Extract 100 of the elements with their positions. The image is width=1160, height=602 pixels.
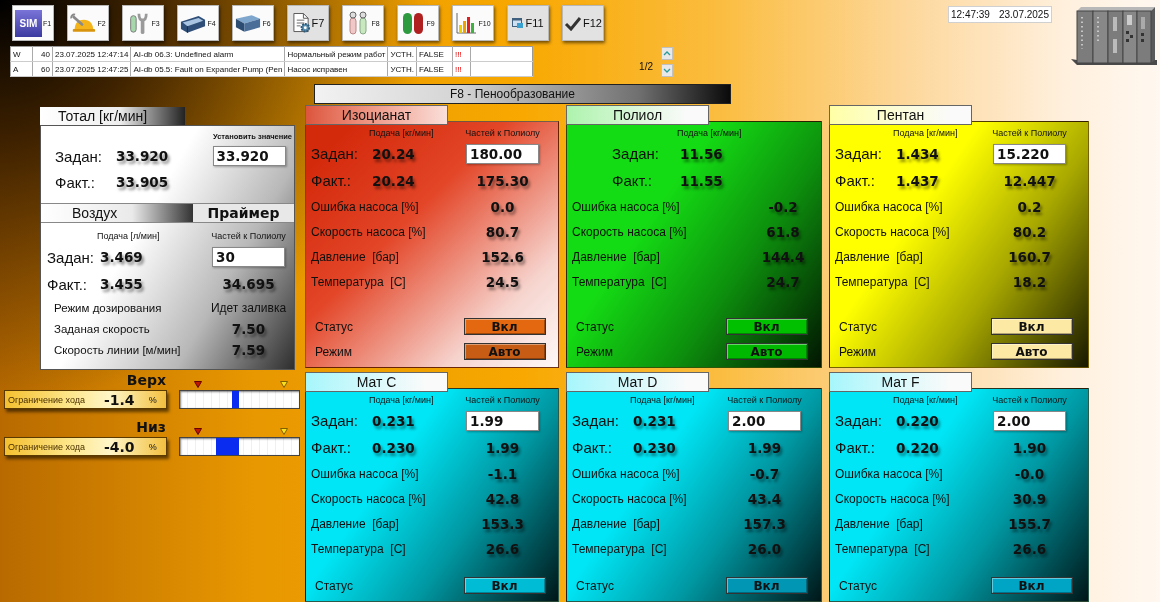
- table-cell: FALSE: [416, 61, 453, 77]
- row-label: Задан:: [835, 145, 883, 162]
- limit-title: Низ: [136, 419, 167, 435]
- table-cell: AI-db 05.5: Fault on Expander Pump (Pen: [130, 61, 285, 77]
- row-label: Режим дозирования: [53, 301, 163, 314]
- mode-button[interactable]: Авто: [725, 343, 808, 360]
- value-text: 0.220: [895, 439, 940, 456]
- block-icon: [235, 12, 262, 34]
- bar-chart-icon: [455, 12, 478, 34]
- table-cell: !!!: [452, 61, 471, 77]
- value-text: 7.50: [231, 320, 266, 337]
- marker-icon: [280, 428, 288, 435]
- row-label: Задан:: [572, 412, 620, 429]
- row-label: Скорость насоса [%]: [835, 491, 951, 506]
- column-caption: Подача [кг/мин]: [369, 395, 435, 405]
- mode-button[interactable]: Авто: [990, 343, 1073, 360]
- status-button[interactable]: Вкл: [463, 318, 546, 335]
- primer-button[interactable]: Праймер: [193, 204, 294, 222]
- value-text: 80.7: [485, 223, 520, 240]
- row-label: Статус: [839, 578, 878, 593]
- row-label: Температура [C]: [311, 541, 407, 556]
- column-caption: Подача [кг/мин]: [630, 395, 696, 405]
- input-field[interactable]: 15.220: [993, 143, 1066, 164]
- document-gear-icon: [291, 12, 311, 34]
- chevron-down-icon: [663, 67, 671, 73]
- clock-date: 23.07.2025: [998, 9, 1049, 20]
- value-text: Идет заливка: [210, 300, 287, 315]
- value-text: 157.3: [743, 515, 786, 532]
- function-key-button[interactable]: F12: [562, 5, 604, 41]
- row-label: Статус: [315, 578, 354, 593]
- row-label: Температура [C]: [572, 274, 668, 289]
- value-text: 0.2: [1017, 198, 1042, 215]
- checkmark-icon: [564, 15, 582, 31]
- row-label: Ошибка насоса [%]: [572, 199, 681, 214]
- function-key-button[interactable]: F7: [287, 5, 329, 41]
- value-text: 18.2: [1012, 273, 1047, 290]
- value-text: -0.0: [1014, 465, 1045, 482]
- status-button[interactable]: Вкл: [725, 318, 808, 335]
- value-text: 153.3: [481, 515, 524, 532]
- column-caption: Подача [л/мин]: [97, 231, 161, 241]
- helmet-icon: [70, 12, 97, 34]
- value-text: 152.6: [481, 248, 524, 265]
- row-label: Температура [C]: [835, 541, 931, 556]
- row-label: Факт.:: [311, 439, 353, 456]
- value-text: 1.434: [895, 145, 940, 162]
- row-label: Факт.:: [572, 439, 614, 456]
- column-caption: Подача [кг/мин]: [893, 395, 959, 405]
- input-field[interactable]: 1.99: [466, 410, 539, 431]
- unit-label: %: [148, 394, 157, 405]
- value-text: 0.231: [632, 412, 677, 429]
- value-text: 0.220: [895, 412, 940, 429]
- value-text: 26.0: [747, 540, 782, 557]
- marker-icon: [280, 381, 288, 388]
- input-field[interactable]: 30: [212, 247, 285, 267]
- mode-button[interactable]: Авто: [463, 343, 546, 360]
- value-text: 26.6: [485, 540, 520, 557]
- page-up-button[interactable]: [661, 46, 673, 60]
- row-label: Скорость насоса [%]: [572, 491, 688, 506]
- row-label: Факт.:: [311, 172, 353, 189]
- table-cell: Насос исправен: [284, 61, 388, 77]
- row-label: Факт.:: [47, 275, 89, 293]
- status-button[interactable]: Вкл: [725, 577, 808, 594]
- table-cell: УСТН.: [388, 46, 417, 62]
- screen-title: F8 - Пенообразование: [314, 84, 731, 104]
- input-field[interactable]: 180.00: [466, 143, 539, 164]
- value-text: 0.0: [490, 198, 515, 215]
- row-label: Давление [бар]: [572, 516, 661, 531]
- value-text: -0.7: [749, 465, 780, 482]
- input-field[interactable]: 2.00: [728, 410, 801, 431]
- row-label: Давление [бар]: [835, 249, 924, 264]
- row-label: Статус: [576, 578, 615, 593]
- input-field[interactable]: 2.00: [993, 410, 1066, 431]
- status-button[interactable]: Вкл: [990, 318, 1073, 335]
- row-label: Задан:: [311, 145, 359, 162]
- panel-title: Мат F: [829, 372, 972, 392]
- function-key-button[interactable]: F11: [507, 5, 549, 41]
- value-text: 0.230: [632, 439, 677, 456]
- panel-title: Пентан: [829, 105, 972, 125]
- input-field[interactable]: 33.920: [212, 146, 286, 166]
- value-text: 3.455: [99, 276, 144, 292]
- row-label: Задан:: [835, 412, 883, 429]
- column-caption: Частей к Полиолу: [465, 128, 540, 138]
- row-label: Скорость линии [м/мин]: [53, 343, 182, 356]
- page-down-button[interactable]: [661, 63, 673, 77]
- panel-title: Мат C: [305, 372, 448, 392]
- status-button[interactable]: Вкл: [990, 577, 1073, 594]
- status-button[interactable]: Вкл: [463, 577, 546, 594]
- limit-label: Ограничение хода: [8, 394, 86, 405]
- value-text: 7.59: [231, 341, 266, 358]
- limit-value: -4.0: [104, 438, 135, 455]
- panel-title: Мат D: [566, 372, 709, 392]
- value-text: 33.905: [116, 174, 170, 190]
- value-text: 34.695: [222, 276, 275, 292]
- table-cell: !!!: [452, 46, 471, 62]
- value-text: 144.4: [761, 248, 805, 265]
- column-caption: Частей к Полиолу: [465, 395, 540, 405]
- column-caption: Подача [кг/мин]: [369, 128, 435, 138]
- row-label: Ошибка насоса [%]: [311, 466, 420, 481]
- table-cell: FALSE: [416, 46, 453, 62]
- row-label: Задан:: [611, 145, 660, 162]
